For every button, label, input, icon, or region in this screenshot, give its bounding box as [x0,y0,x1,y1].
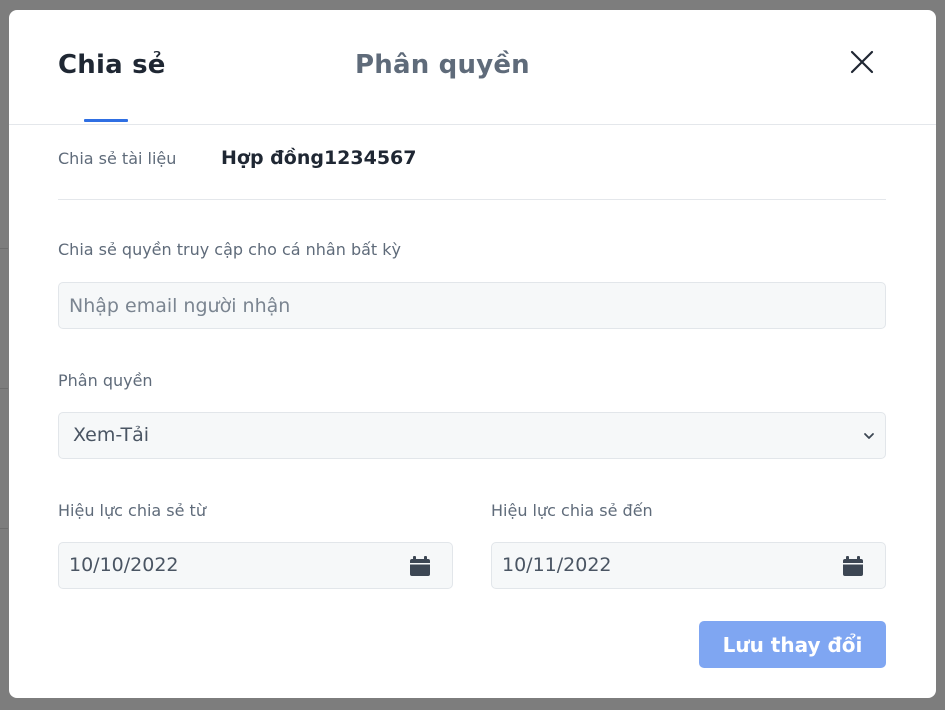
document-name: Hợp đồng1234567 [221,147,417,169]
valid-from-date-field[interactable]: 10/10/2022 [58,542,453,589]
valid-to-value: 10/11/2022 [502,554,612,576]
close-icon [847,47,877,77]
close-button[interactable] [847,47,877,77]
permission-selected-value: Xem-Tải [73,424,149,446]
background-divider [0,528,8,529]
valid-to-label: Hiệu lực chia sẻ đến [491,501,653,520]
permission-label: Phân quyền [58,371,153,390]
background-divider [0,248,8,249]
calendar-icon[interactable] [409,555,431,577]
recipient-label: Chia sẻ quyền truy cập cho cá nhân bất k… [58,240,402,259]
recipient-email-field [58,282,886,329]
modal-tabs: Chia sẻ Phân quyền [9,10,936,125]
valid-from-value: 10/10/2022 [69,554,179,576]
valid-to-date-field[interactable]: 10/11/2022 [491,542,886,589]
background-divider [0,388,8,389]
document-label: Chia sẻ tài liệu [58,149,177,168]
share-modal: Chia sẻ Phân quyền Chia sẻ tài liệu Hợp … [9,10,936,698]
tab-share[interactable]: Chia sẻ [58,50,166,80]
permission-select[interactable]: Xem-Tải [58,412,886,459]
active-tab-indicator [84,119,128,122]
document-row: Chia sẻ tài liệu Hợp đồng1234567 [58,125,886,200]
save-changes-button[interactable]: Lưu thay đổi [699,621,886,668]
recipient-email-input[interactable] [59,283,885,328]
tab-permission[interactable]: Phân quyền [355,50,530,80]
valid-from-label: Hiệu lực chia sẻ từ [58,501,206,520]
calendar-icon[interactable] [842,555,864,577]
chevron-down-icon [863,430,875,442]
